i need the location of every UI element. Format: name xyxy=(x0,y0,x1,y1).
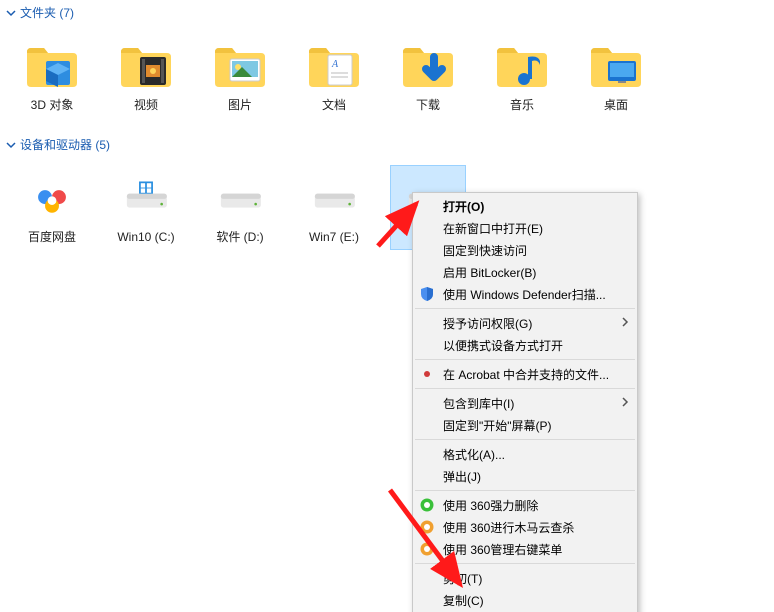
menu-item-label: 复制(C) xyxy=(443,592,484,609)
menu-item[interactable]: 固定到"开始"屏幕(P) xyxy=(413,414,637,436)
folder-icon xyxy=(302,40,366,92)
drive-icon xyxy=(20,172,84,224)
folder-icon xyxy=(208,40,272,92)
menu-item[interactable]: 打开(O) xyxy=(413,195,637,217)
folder-item[interactable]: 图片 xyxy=(202,33,278,118)
menu-separator xyxy=(415,388,635,389)
folder-item[interactable]: 视频 xyxy=(108,33,184,118)
context-menu: 打开(O) 在新窗口中打开(E) 固定到快速访问启用 BitLocker(B) 使用 … xyxy=(412,192,638,612)
item-label: 桌面 xyxy=(604,98,628,113)
menu-item-label: 弹出(J) xyxy=(443,468,481,485)
menu-item-label: 启用 BitLocker(B) xyxy=(443,264,536,281)
folder-item[interactable]: 音乐 xyxy=(484,33,560,118)
chevron-down-icon xyxy=(6,140,16,150)
drive-item[interactable]: Win7 (E:) xyxy=(296,165,372,250)
drive-icon xyxy=(302,172,366,224)
item-label: 百度网盘 xyxy=(28,230,76,245)
menu-item-label: 固定到"开始"屏幕(P) xyxy=(443,417,552,434)
menu-item[interactable]: 格式化(A)... xyxy=(413,443,637,465)
menu-item-label: 使用 360进行木马云查杀 xyxy=(443,519,574,536)
section-header-folders[interactable]: 文件夹 (7) xyxy=(0,0,774,25)
menu-separator xyxy=(415,439,635,440)
folder-item[interactable]: 下载 xyxy=(390,33,466,118)
item-label: 下载 xyxy=(416,98,440,113)
acrobat-icon xyxy=(419,366,435,382)
folder-item[interactable]: 3D 对象 xyxy=(14,33,90,118)
item-label: 视频 xyxy=(134,98,158,113)
menu-item-label: 格式化(A)... xyxy=(443,446,505,463)
section-title: 设备和驱动器 (5) xyxy=(20,136,110,153)
menu-item[interactable]: 复制(C) xyxy=(413,589,637,611)
menu-item-label: 在新窗口中打开(E) xyxy=(443,220,543,237)
item-label: 音乐 xyxy=(510,98,534,113)
chevron-right-icon xyxy=(621,316,629,330)
chevron-down-icon xyxy=(6,8,16,18)
menu-item-label: 以便携式设备方式打开 xyxy=(443,337,563,354)
item-label: 文档 xyxy=(322,98,346,113)
shield-icon xyxy=(419,286,435,302)
menu-separator xyxy=(415,308,635,309)
item-label: Win10 (C:) xyxy=(117,230,174,245)
folder-icon xyxy=(396,40,460,92)
drive-icon xyxy=(114,172,178,224)
drive-icon xyxy=(208,172,272,224)
drive-item[interactable]: 百度网盘 xyxy=(14,165,90,250)
menu-item-label: 使用 360管理右键菜单 xyxy=(443,541,562,558)
menu-separator xyxy=(415,359,635,360)
menu-item[interactable]: 启用 BitLocker(B) xyxy=(413,261,637,283)
menu-item-label: 打开(O) xyxy=(443,198,484,215)
section-title: 文件夹 (7) xyxy=(20,4,74,21)
menu-item-label: 剪切(T) xyxy=(443,570,482,587)
folder-item[interactable]: 桌面 xyxy=(578,33,654,118)
menu-item[interactable]: 使用 360管理右键菜单 xyxy=(413,538,637,560)
item-label: 软件 (D:) xyxy=(216,230,263,245)
menu-separator xyxy=(415,490,635,491)
folder-icon xyxy=(584,40,648,92)
360orange-icon xyxy=(419,541,435,557)
360orange-icon xyxy=(419,519,435,535)
folder-item[interactable]: 文档 xyxy=(296,33,372,118)
folder-icon xyxy=(490,40,554,92)
menu-item[interactable]: 在新窗口中打开(E) xyxy=(413,217,637,239)
chevron-right-icon xyxy=(621,396,629,410)
item-label: 图片 xyxy=(228,98,252,113)
menu-item[interactable]: 弹出(J) xyxy=(413,465,637,487)
menu-item-label: 在 Acrobat 中合并支持的文件... xyxy=(443,366,609,383)
menu-item-label: 授予访问权限(G) xyxy=(443,315,532,332)
folder-icon xyxy=(114,40,178,92)
drives-grid: 百度网盘 Win10 (C:) 软件 (D:) Win7 (E:) U 盘 xyxy=(0,157,774,264)
drive-item[interactable]: 软件 (D:) xyxy=(202,165,278,250)
menu-item[interactable]: 包含到库中(I) xyxy=(413,392,637,414)
item-label: Win7 (E:) xyxy=(309,230,359,245)
menu-item[interactable]: 使用 360强力删除 xyxy=(413,494,637,516)
menu-item[interactable]: 在 Acrobat 中合并支持的文件... xyxy=(413,363,637,385)
menu-item[interactable]: 授予访问权限(G) xyxy=(413,312,637,334)
360green-icon xyxy=(419,497,435,513)
menu-item[interactable]: 使用 360进行木马云查杀 xyxy=(413,516,637,538)
folder-icon xyxy=(20,40,84,92)
menu-item[interactable]: 以便携式设备方式打开 xyxy=(413,334,637,356)
menu-item[interactable]: 剪切(T) xyxy=(413,567,637,589)
menu-item[interactable]: 使用 Windows Defender扫描... xyxy=(413,283,637,305)
section-header-drives[interactable]: 设备和驱动器 (5) xyxy=(0,132,774,157)
menu-item-label: 固定到快速访问 xyxy=(443,242,527,259)
menu-item[interactable]: 固定到快速访问 xyxy=(413,239,637,261)
drive-item[interactable]: Win10 (C:) xyxy=(108,165,184,250)
menu-separator xyxy=(415,563,635,564)
menu-item-label: 使用 Windows Defender扫描... xyxy=(443,286,606,303)
menu-item-label: 使用 360强力删除 xyxy=(443,497,538,514)
folders-grid: 3D 对象 视频 图片 文档 下载 音乐 桌面 xyxy=(0,25,774,132)
menu-item-label: 包含到库中(I) xyxy=(443,395,514,412)
item-label: 3D 对象 xyxy=(31,98,74,113)
